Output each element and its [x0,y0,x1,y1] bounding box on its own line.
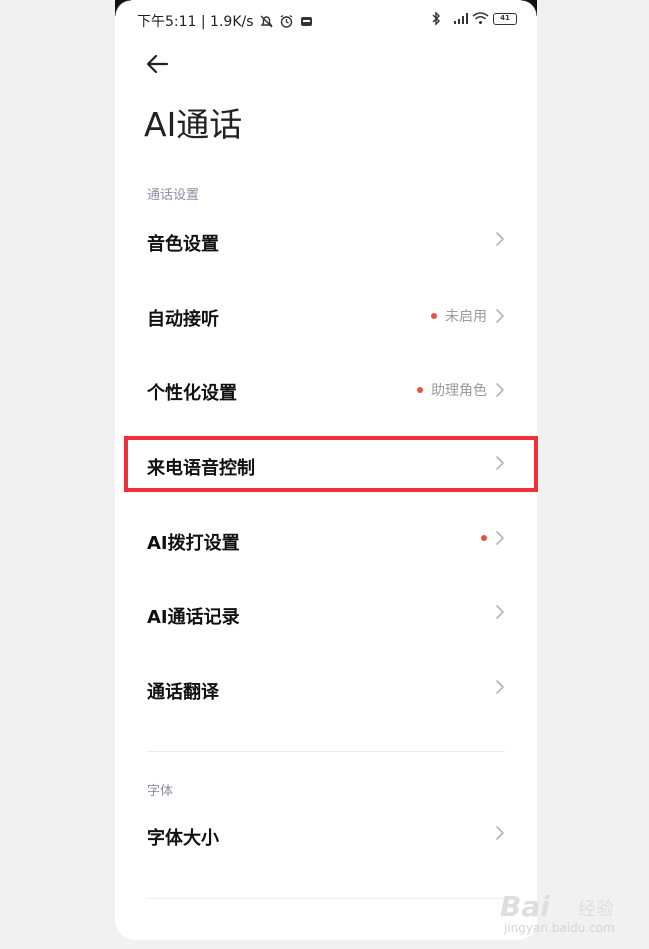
status-dot [431,313,437,319]
row-call-translation-label: 通话翻译 [147,682,219,703]
row-ai-dial-settings-label: AI拨打设置 [147,533,240,554]
row-personalization-value: 助理角色 [431,383,487,399]
row-ai-call-records-right [495,604,505,620]
chevron-right-icon [496,383,504,397]
page-title: AI通话 [144,105,243,144]
row-auto-answer-label: 自动接听 [147,309,219,330]
row-ai-call-records[interactable]: AI通话记录 [115,579,537,651]
status-right: 41 [430,11,517,26]
app-notification-icon [299,14,314,29]
status-time-speed: 下午5:11 | 1.9K/s [137,14,254,30]
status-dot [417,387,423,393]
row-ai-dial-settings-right [481,530,505,546]
bottom-divider [147,898,505,899]
status-dot [481,535,487,541]
row-personalization-right: 助理角色 [417,380,505,400]
wifi-icon [472,11,489,26]
row-auto-answer[interactable]: 自动接听 未启用 [115,281,537,353]
row-auto-answer-value: 未启用 [445,309,487,325]
phone-screen: 下午5:11 | 1.9K/s 41 AI通话 通话设置 音色设置 自动接听 未… [115,0,537,940]
row-incoming-voice-control-label: 来电语音控制 [147,458,255,479]
row-tone-settings[interactable]: 音色设置 [115,206,537,278]
row-tone-settings-label: 音色设置 [147,234,219,255]
chevron-right-icon [496,605,504,619]
chevron-right-icon [496,456,504,470]
row-ai-dial-settings[interactable]: AI拨打设置 [115,505,537,577]
chevron-right-icon [496,531,504,545]
back-arrow-icon[interactable] [143,50,173,78]
section-title-call-settings: 通话设置 [147,188,200,203]
battery-icon: 41 [493,12,517,25]
bluetooth-icon [430,11,445,26]
row-font-size-label: 字体大小 [147,828,219,849]
screenshot-stage: 下午5:11 | 1.9K/s 41 AI通话 通话设置 音色设置 自动接听 未… [0,0,649,949]
status-left: 下午5:11 | 1.9K/s [137,11,314,31]
row-font-size[interactable]: 字体大小 [115,800,537,872]
row-call-translation[interactable]: 通话翻译 [115,654,537,726]
row-font-size-right [495,825,505,841]
status-bar: 下午5:11 | 1.9K/s 41 [115,8,537,32]
row-ai-call-records-label: AI通话记录 [147,607,240,628]
alarm-icon [279,14,294,29]
row-personalization-label: 个性化设置 [147,383,237,404]
row-auto-answer-right: 未启用 [431,306,505,326]
section-title-font: 字体 [147,784,174,799]
section-divider [147,751,505,752]
chevron-right-icon [496,826,504,840]
chevron-right-icon [496,309,504,323]
row-personalization[interactable]: 个性化设置 助理角色 [115,355,537,427]
notification-off-icon [259,14,274,29]
chevron-right-icon [496,680,504,694]
row-tone-settings-right [495,231,505,247]
chevron-right-icon [496,232,504,246]
row-incoming-voice-control-right [495,455,505,471]
row-incoming-voice-control[interactable]: 来电语音控制 [115,430,537,502]
row-call-translation-right [495,679,505,695]
watermark-text: 经验 [578,899,614,920]
signal-icon [451,11,468,26]
